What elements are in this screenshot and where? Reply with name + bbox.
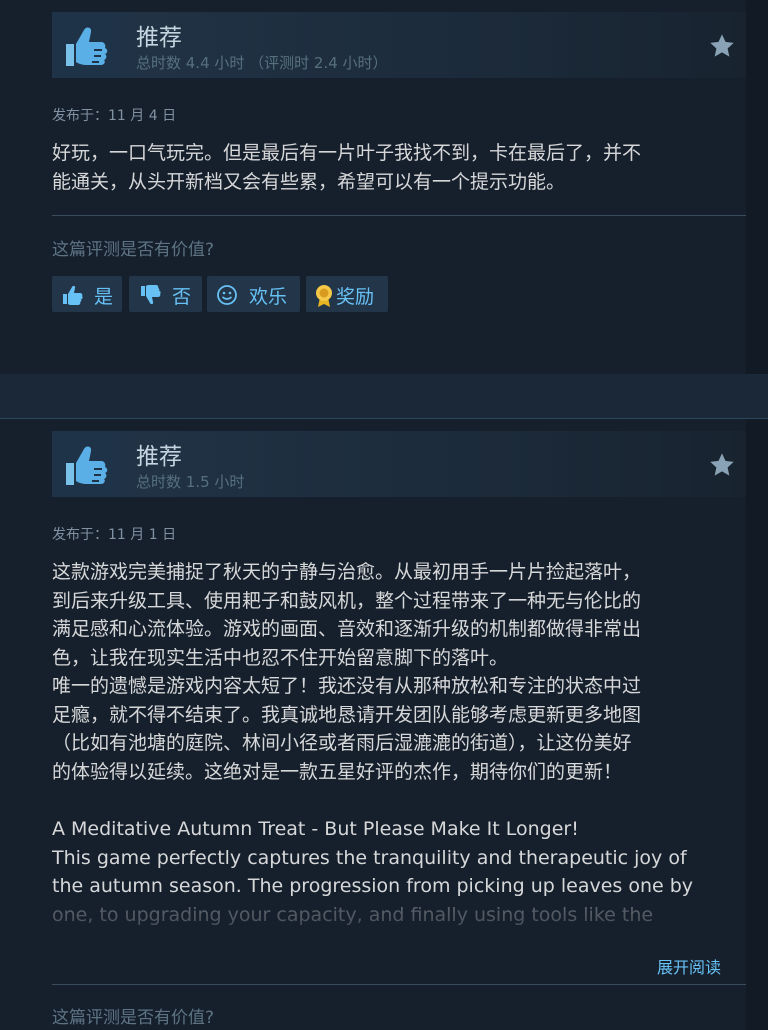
vote-funny-button[interactable]: 欢乐 xyxy=(207,276,300,312)
text-fade-overlay xyxy=(40,907,740,967)
award-star-icon[interactable] xyxy=(708,32,736,60)
review-body: 好玩，一口气玩完。但是最后有一片叶子我找不到，卡在最后了，并不 能通关，从头开新… xyxy=(52,139,732,196)
review-body-line: 唯一的遗憾是游戏内容太短了！我还没有从那种放松和专注的状态中过 xyxy=(52,675,642,697)
review-card: 推荐 总时数 4.4 小时 （评测时 2.4 小时） 发布于：11 月 4 日 … xyxy=(0,0,768,374)
review-body: 这款游戏完美捕捉了秋天的宁静与治愈。从最初用手一片片捡起落叶， 到后来升级工具、… xyxy=(52,558,732,786)
vote-no-label: 否 xyxy=(172,286,192,308)
review-body-line: 能通关，从头开新档又会有些累，希望可以有一个提示功能。 xyxy=(52,170,566,193)
divider xyxy=(52,984,746,985)
read-more-link[interactable]: 展开阅读 xyxy=(657,954,721,978)
review-body-line: 的体验得以延续。这绝对是一款五星好评的杰作，期待你们的更新！ xyxy=(52,760,623,783)
helpful-question: 这篇评测是否有价值? xyxy=(52,1008,215,1028)
review-body-line: A Meditative Autumn Treat - But Please M… xyxy=(52,818,579,840)
review-body-line: 到后来升级工具、使用耙子和鼓风机，整个过程带来了一种无与伦比的 xyxy=(52,589,642,612)
posted-date: 发布于：11 月 1 日 xyxy=(52,527,177,543)
review-body-line: 足瘾，就不得不结束了。我真诚地恳请开发团队能够考虑更新更多地图 xyxy=(52,703,642,726)
review-body-line: This game perfectly captures the tranqui… xyxy=(52,846,687,869)
award-ribbon-icon xyxy=(316,285,332,307)
review-body-line: （比如有池塘的庭院、林间小径或者雨后湿漉漉的街道），让这份美好 xyxy=(52,732,632,754)
thumbs-up-icon xyxy=(63,285,83,305)
vote-no-button[interactable]: 否 xyxy=(129,276,202,312)
review-separator xyxy=(0,374,768,418)
review-header: 推荐 总时数 1.5 小时 xyxy=(52,431,746,497)
review-body-line: 这款游戏完美捕捉了秋天的宁静与治愈。从最初用手一片片捡起落叶， xyxy=(52,561,642,583)
review-body-line: 好玩，一口气玩完。但是最后有一片叶子我找不到，卡在最后了，并不 xyxy=(52,142,642,164)
vote-funny-label: 欢乐 xyxy=(249,286,288,308)
review-card: 推荐 总时数 1.5 小时 发布于：11 月 1 日 这款游戏完美捕捉了秋天的宁… xyxy=(0,418,768,1030)
thumbs-down-icon xyxy=(141,285,161,305)
review-body-line: 满足感和心流体验。游戏的画面、音效和逐渐升级的机制都做得非常出 xyxy=(52,618,642,640)
review-verdict: 推荐 xyxy=(136,444,182,470)
review-header: 推荐 总时数 4.4 小时 （评测时 2.4 小时） xyxy=(52,12,746,78)
vote-yes-button[interactable]: 是 xyxy=(52,276,122,312)
smiley-icon xyxy=(217,285,237,305)
divider xyxy=(52,215,746,216)
posted-date: 发布于：11 月 4 日 xyxy=(52,108,177,124)
playtime-hours: 总时数 4.4 小时 （评测时 2.4 小时） xyxy=(136,54,388,72)
review-verdict: 推荐 xyxy=(136,25,182,51)
review-body-line: 色，让我在现实生活中也忍不住开始留意脚下的落叶。 xyxy=(52,646,509,669)
recommended-thumb-icon[interactable] xyxy=(52,431,118,497)
vote-yes-label: 是 xyxy=(94,286,114,308)
award-button[interactable]: 奖励 xyxy=(306,276,388,312)
award-label: 奖励 xyxy=(336,286,375,308)
review-body-line: the autumn season. The progression from … xyxy=(52,875,694,897)
playtime-hours: 总时数 1.5 小时 xyxy=(136,473,245,491)
award-star-icon[interactable] xyxy=(708,451,736,479)
helpful-question: 这篇评测是否有价值? xyxy=(52,240,215,260)
recommended-thumb-icon[interactable] xyxy=(52,12,118,78)
